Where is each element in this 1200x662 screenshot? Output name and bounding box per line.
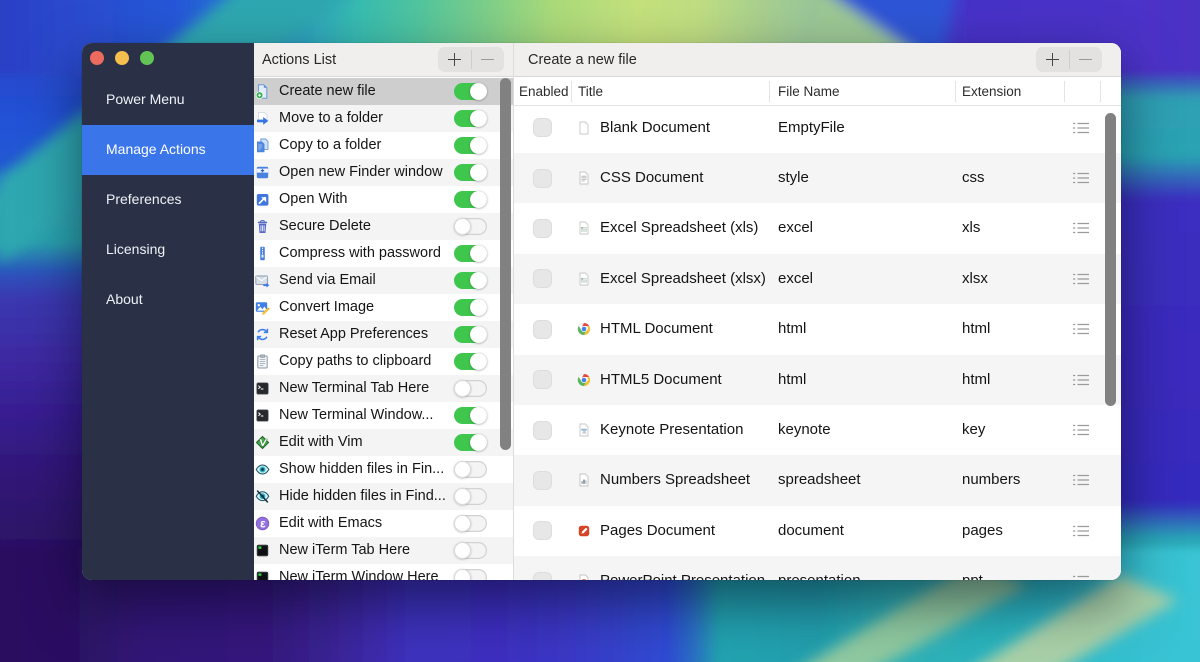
svg-text:ε: ε [260, 519, 266, 531]
